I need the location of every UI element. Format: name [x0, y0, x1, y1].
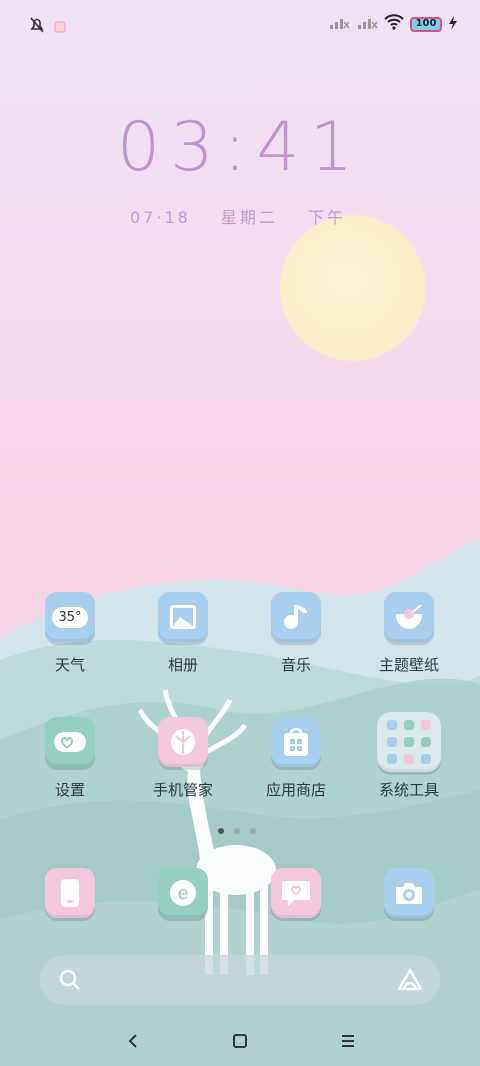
app-label: 设置	[54, 781, 85, 799]
app-theme[interactable]: 主题壁纸	[359, 592, 459, 675]
notification-icon	[54, 18, 66, 37]
theme-icon	[384, 592, 434, 642]
menu-icon	[342, 1035, 354, 1047]
app-label: 手机管家	[152, 781, 213, 799]
menu-button[interactable]	[333, 1026, 363, 1056]
folder-icon	[377, 712, 441, 772]
date-text: 07·18	[130, 208, 191, 227]
app-security[interactable]: 手机管家	[133, 717, 233, 800]
home-icon	[233, 1034, 247, 1048]
app-store-icon	[271, 717, 321, 767]
dock-phone[interactable]	[20, 868, 120, 918]
battery-level: 100	[415, 17, 437, 29]
page-dot	[234, 828, 240, 834]
weather-badge: 35°	[52, 606, 88, 628]
folder-system-tools[interactable]: 系统工具	[359, 712, 459, 800]
app-weather[interactable]: 35° 天气	[20, 592, 120, 675]
app-gallery[interactable]: 相册	[133, 592, 233, 675]
security-icon	[158, 717, 208, 767]
app-settings[interactable]: 设置	[20, 717, 120, 800]
period-text: 下午	[308, 208, 347, 227]
signal-2-icon	[356, 15, 378, 34]
search-icon	[58, 968, 82, 996]
camera-icon	[384, 868, 434, 918]
page-indicator[interactable]	[218, 828, 256, 834]
charging-icon	[448, 15, 458, 34]
phone-icon	[45, 868, 95, 918]
svg-text:e: e	[177, 883, 188, 904]
clock-time[interactable]: 03:41	[0, 108, 480, 187]
app-music[interactable]: 音乐	[246, 592, 346, 675]
app-label: 天气	[54, 656, 85, 674]
clock-date[interactable]: 07·18 星期二 下午	[130, 204, 368, 228]
messages-icon	[271, 868, 321, 918]
dock-browser[interactable]: e	[133, 868, 233, 918]
mute-icon	[28, 16, 46, 38]
app-label: 应用商店	[265, 781, 326, 799]
app-label: 音乐	[280, 656, 311, 674]
status-bar: 100	[0, 0, 480, 50]
back-button[interactable]	[118, 1026, 148, 1056]
search-bar[interactable]	[40, 955, 440, 1005]
assistant-icon[interactable]	[396, 967, 424, 997]
back-icon	[128, 1034, 137, 1048]
battery-icon: 100	[410, 16, 442, 32]
settings-icon	[45, 717, 95, 767]
dock-camera[interactable]	[359, 868, 459, 918]
app-label: 主题壁纸	[378, 656, 439, 674]
page-dot	[250, 828, 256, 834]
gallery-icon	[158, 592, 208, 642]
weather-icon: 35°	[45, 592, 95, 642]
weekday-text: 星期二	[220, 208, 278, 227]
sun-decoration	[280, 215, 426, 361]
music-icon	[271, 592, 321, 642]
wifi-icon	[384, 14, 404, 34]
navigation-bar	[0, 1012, 480, 1066]
app-label: 系统工具	[378, 781, 439, 799]
dock-messages[interactable]	[246, 868, 346, 918]
app-store[interactable]: 应用商店	[246, 717, 346, 800]
page-dot	[218, 828, 224, 834]
signal-1-icon	[328, 15, 350, 34]
app-label: 相册	[167, 656, 198, 674]
browser-icon: e	[158, 868, 208, 918]
home-button[interactable]	[225, 1026, 255, 1056]
